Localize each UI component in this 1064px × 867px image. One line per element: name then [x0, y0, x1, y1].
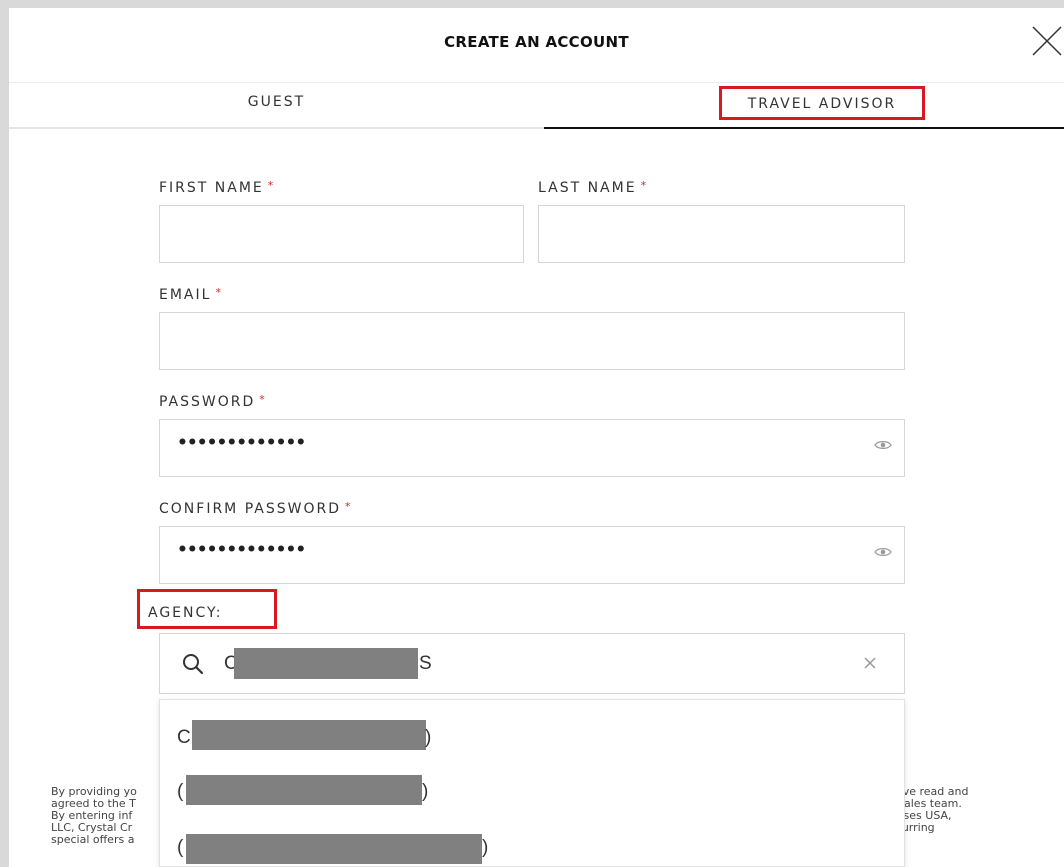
email-label-text: EMAIL [159, 287, 212, 303]
tab-travel-advisor[interactable]: TRAVEL ADVISOR [544, 83, 1064, 129]
first-name-input[interactable] [159, 205, 524, 263]
agency-search-input[interactable]: C S [159, 633, 905, 694]
tab-guest-label: GUEST [247, 94, 306, 110]
confirm-password-label-text: CONFIRM PASSWORD [159, 501, 341, 517]
required-mark: * [267, 179, 276, 192]
confirm-password-label: CONFIRM PASSWORD * [159, 500, 352, 517]
agency-label-highlight [137, 589, 277, 629]
agency-search-value-end: S [419, 653, 432, 674]
close-icon[interactable] [863, 656, 877, 670]
agency-result-end: ) [425, 727, 432, 748]
password-label-text: PASSWORD [159, 394, 256, 410]
password-input[interactable]: ••••••••••••• [159, 419, 905, 477]
redacted-agency-name [192, 720, 426, 750]
modal-title: CREATE AN ACCOUNT [444, 33, 629, 51]
last-name-label: LAST NAME * [538, 179, 648, 196]
disclaimer-line: special offers a [51, 833, 135, 846]
account-type-tabs: GUEST TRAVEL ADVISOR [9, 83, 1064, 129]
agency-results-dropdown: C ) ( ) ( ) [159, 699, 905, 867]
close-icon [1032, 26, 1062, 56]
required-mark: * [259, 393, 267, 406]
tab-travel-advisor-label: TRAVEL ADVISOR [719, 86, 925, 120]
agency-result-item[interactable]: C ) [160, 700, 904, 754]
confirm-password-value: ••••••••••••• [177, 540, 306, 560]
confirm-password-input[interactable]: ••••••••••••• [159, 526, 905, 584]
password-value: ••••••••••••• [177, 433, 306, 453]
agency-result-end: ) [422, 781, 429, 802]
disclaimer-left: By providing yo agreed to the T By enter… [51, 786, 171, 846]
redacted-agency-name [186, 775, 422, 805]
last-name-label-text: LAST NAME [538, 180, 637, 196]
first-name-label: FIRST NAME * [159, 179, 275, 196]
disclaimer-line: ecurring [889, 821, 935, 834]
agency-result-item[interactable]: ( ) [160, 754, 904, 808]
first-name-label-text: FIRST NAME [159, 180, 264, 196]
eye-icon[interactable] [874, 439, 892, 451]
agency-result-start: C [177, 727, 191, 748]
agency-result-start: ( [177, 781, 184, 802]
redacted-agency-value [234, 648, 418, 679]
disclaimer-right: have read and r Sales team. ruises USA, … [889, 786, 1064, 834]
tab-guest[interactable]: GUEST [9, 83, 544, 129]
password-label: PASSWORD * [159, 393, 267, 410]
email-label: EMAIL * [159, 286, 223, 303]
agency-result-end: ) [482, 837, 489, 858]
search-icon [183, 654, 204, 675]
email-input[interactable] [159, 312, 905, 370]
close-button[interactable] [1030, 24, 1064, 58]
agency-result-start: ( [177, 837, 184, 858]
redacted-agency-name [186, 834, 482, 864]
agency-result-item[interactable]: ( ) [160, 808, 904, 864]
eye-icon[interactable] [874, 546, 892, 558]
modal-header: CREATE AN ACCOUNT [9, 8, 1064, 83]
required-mark: * [640, 179, 649, 192]
last-name-input[interactable] [538, 205, 905, 263]
create-account-modal: CREATE AN ACCOUNT GUEST TRAVEL ADVISOR F… [9, 8, 1064, 867]
required-mark: * [215, 286, 223, 299]
required-mark: * [344, 500, 353, 513]
